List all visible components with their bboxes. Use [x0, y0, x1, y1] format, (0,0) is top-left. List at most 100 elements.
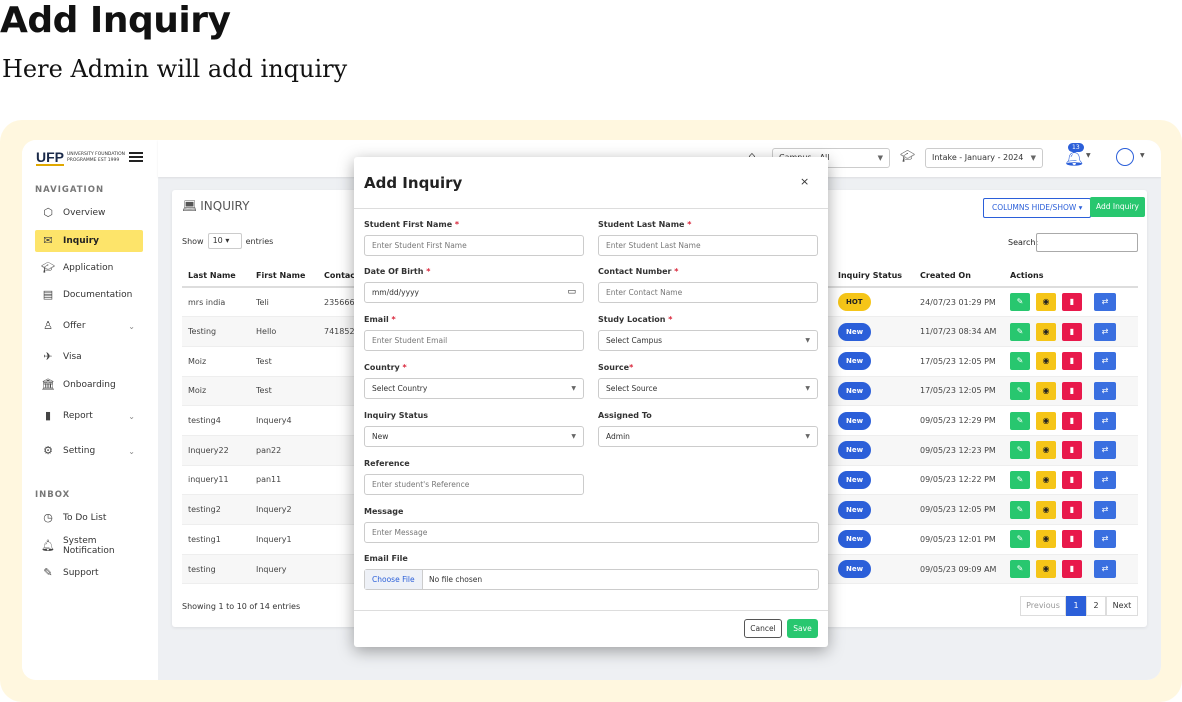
transfer-arrows-icon[interactable]: ⇄ — [1094, 381, 1116, 400]
dob-input[interactable]: mm/dd/yyyy ▭ — [364, 282, 584, 303]
sidebar-item-onboarding[interactable]: 🏛︎ Onboarding — [35, 374, 143, 396]
col-created[interactable]: Created On — [914, 265, 1004, 288]
delete-trash-icon[interactable]: ▮ — [1062, 381, 1082, 400]
sidebar-item-offer[interactable]: ♙ Offer ⌄ — [35, 315, 143, 337]
inbox-item-system-notification[interactable]: 🔔︎ System Notification — [35, 535, 143, 557]
edit-icon[interactable]: ✎ — [1010, 560, 1030, 579]
last-name-input[interactable]: Enter Student Last Name — [598, 235, 818, 256]
sidebar-item-setting[interactable]: ⚙ Setting ⌄ — [35, 440, 143, 462]
delete-trash-icon[interactable]: ▮ — [1062, 352, 1082, 371]
view-eye-icon[interactable]: ◉ — [1036, 352, 1056, 371]
delete-trash-icon[interactable]: ▮ — [1062, 293, 1082, 312]
transfer-arrows-icon[interactable]: ⇄ — [1094, 411, 1116, 430]
sidebar-item-label: Onboarding — [63, 380, 116, 390]
entries-select[interactable]: 10 ▾ — [207, 233, 242, 249]
table-info: Showing 1 to 10 of 14 entries — [182, 602, 301, 611]
message-input[interactable]: Enter Message — [364, 522, 819, 543]
email-file-input[interactable]: Choose File No file chosen — [364, 569, 819, 590]
reference-label: Reference — [364, 459, 410, 468]
assigned-select[interactable]: Admin ▼ — [598, 426, 818, 447]
view-eye-icon[interactable]: ◉ — [1036, 530, 1056, 549]
hamburger-menu-icon[interactable] — [129, 152, 143, 162]
logo[interactable]: UFP UNIVERSITY FOUNDATION PROGRAMME EST … — [36, 150, 139, 166]
cell-actions: ✎ ◉ ▮ ⇄ — [1004, 465, 1138, 496]
col-last-name[interactable]: Last Name — [182, 265, 250, 288]
transfer-arrows-icon[interactable]: ⇄ — [1094, 322, 1116, 341]
laptop-icon: 💻︎ — [182, 199, 198, 213]
delete-trash-icon[interactable]: ▮ — [1062, 411, 1082, 430]
edit-icon[interactable]: ✎ — [1010, 530, 1030, 549]
first-name-input[interactable]: Enter Student First Name — [364, 235, 584, 256]
transfer-arrows-icon[interactable]: ⇄ — [1094, 500, 1116, 519]
edit-icon[interactable]: ✎ — [1010, 293, 1030, 312]
source-select[interactable]: Select Source ▼ — [598, 378, 818, 399]
calendar-icon[interactable]: ▭ — [567, 283, 576, 302]
delete-trash-icon[interactable]: ▮ — [1062, 441, 1082, 460]
edit-icon[interactable]: ✎ — [1010, 352, 1030, 371]
country-select[interactable]: Select Country ▼ — [364, 378, 584, 399]
edit-icon[interactable]: ✎ — [1010, 322, 1030, 341]
transfer-arrows-icon[interactable]: ⇄ — [1094, 530, 1116, 549]
location-select[interactable]: Select Campus ▼ — [598, 330, 818, 351]
reference-input[interactable]: Enter student's Reference — [364, 474, 584, 495]
view-eye-icon[interactable]: ◉ — [1036, 411, 1056, 430]
sidebar-item-documentation[interactable]: ▤ Documentation — [35, 284, 143, 306]
transfer-arrows-icon[interactable]: ⇄ — [1094, 293, 1116, 312]
view-eye-icon[interactable]: ◉ — [1036, 560, 1056, 579]
delete-trash-icon[interactable]: ▮ — [1062, 500, 1082, 519]
edit-icon[interactable]: ✎ — [1010, 381, 1030, 400]
delete-trash-icon[interactable]: ▮ — [1062, 560, 1082, 579]
email-file-label: Email File — [364, 554, 408, 563]
pager-previous[interactable]: Previous — [1020, 596, 1066, 616]
transfer-arrows-icon[interactable]: ⇄ — [1094, 560, 1116, 579]
sidebar-item-inquiry[interactable]: ✉ Inquiry — [35, 230, 143, 252]
delete-trash-icon[interactable]: ▮ — [1062, 470, 1082, 489]
avatar[interactable] — [1116, 148, 1134, 166]
choose-file-button[interactable]: Choose File — [365, 570, 423, 589]
view-eye-icon[interactable]: ◉ — [1036, 293, 1056, 312]
required-mark: * — [687, 220, 692, 229]
view-eye-icon[interactable]: ◉ — [1036, 500, 1056, 519]
edit-icon[interactable]: ✎ — [1010, 411, 1030, 430]
email-input[interactable]: Enter Student Email — [364, 330, 584, 351]
contact-input[interactable]: Enter Contact Name — [598, 282, 818, 303]
delete-trash-icon[interactable]: ▮ — [1062, 530, 1082, 549]
sidebar-item-report[interactable]: ▮ Report ⌄ — [35, 405, 143, 427]
cell-first-name: Inquery — [250, 554, 318, 585]
col-status[interactable]: Inquiry Status — [832, 265, 914, 288]
status-select[interactable]: New ▼ — [364, 426, 584, 447]
inbox-item-to-do-list[interactable]: ◷ To Do List — [35, 507, 143, 529]
pager-page-1[interactable]: 1 — [1066, 596, 1086, 616]
sidebar-item-label: Inquiry — [63, 236, 99, 246]
sidebar-item-application[interactable]: 🎓︎ Application — [35, 257, 143, 279]
transfer-arrows-icon[interactable]: ⇄ — [1094, 470, 1116, 489]
intake-select[interactable]: Intake - January - 2024 ▼ — [925, 148, 1043, 168]
delete-trash-icon[interactable]: ▮ — [1062, 322, 1082, 341]
edit-icon[interactable]: ✎ — [1010, 441, 1030, 460]
edit-icon[interactable]: ✎ — [1010, 470, 1030, 489]
contact-label: Contact Number * — [598, 267, 678, 276]
transfer-arrows-icon[interactable]: ⇄ — [1094, 441, 1116, 460]
card-title: 💻︎ INQUIRY — [182, 199, 249, 213]
cell-status: New — [832, 405, 914, 436]
pager-next[interactable]: Next — [1106, 596, 1138, 616]
view-eye-icon[interactable]: ◉ — [1036, 322, 1056, 341]
cell-first-name: Test — [250, 376, 318, 407]
columns-toggle-button[interactable]: COLUMNS HIDE/SHOW ▾ — [983, 198, 1092, 218]
sidebar-item-overview[interactable]: ⬡ Overview — [35, 202, 143, 224]
edit-icon[interactable]: ✎ — [1010, 500, 1030, 519]
close-icon[interactable]: × — [800, 175, 809, 188]
save-button[interactable]: Save — [787, 619, 818, 638]
cancel-button[interactable]: Cancel — [744, 619, 782, 638]
view-eye-icon[interactable]: ◉ — [1036, 441, 1056, 460]
sidebar-item-visa[interactable]: ✈ Visa — [35, 346, 143, 368]
inbox-item-support[interactable]: ✎ Support — [35, 562, 143, 584]
transfer-arrows-icon[interactable]: ⇄ — [1094, 352, 1116, 371]
view-eye-icon[interactable]: ◉ — [1036, 381, 1056, 400]
chevron-down-icon: ▼ — [571, 385, 576, 392]
view-eye-icon[interactable]: ◉ — [1036, 470, 1056, 489]
search-input[interactable] — [1036, 233, 1138, 252]
pager-page-2[interactable]: 2 — [1086, 596, 1106, 616]
add-inquiry-button[interactable]: Add Inquiry — [1090, 197, 1145, 217]
col-first-name[interactable]: First Name — [250, 265, 318, 288]
